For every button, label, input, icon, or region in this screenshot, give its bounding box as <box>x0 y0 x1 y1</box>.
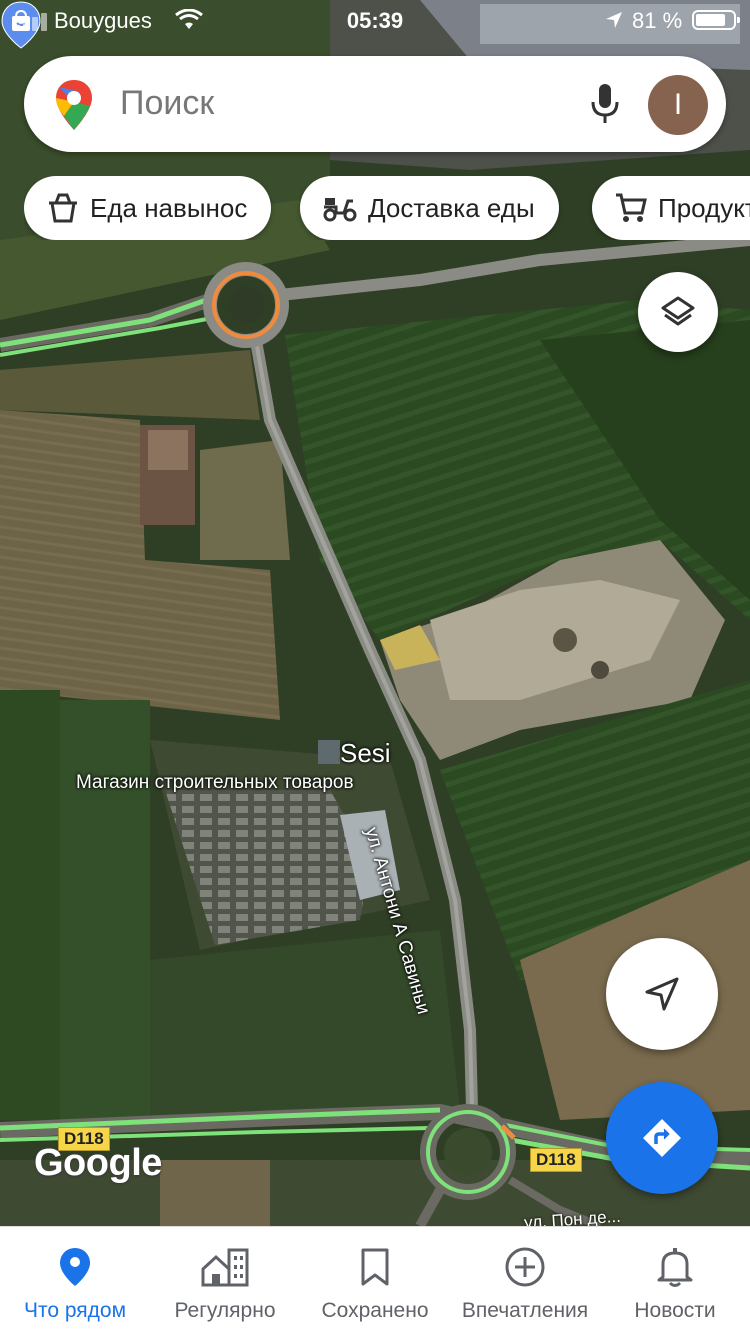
nav-explore[interactable]: Что рядом <box>0 1227 150 1334</box>
nav-saved[interactable]: Сохранено <box>300 1227 450 1334</box>
chip-takeout[interactable]: Еда навынос <box>24 176 272 240</box>
takeout-icon <box>49 193 77 223</box>
add-circle-icon <box>505 1247 545 1287</box>
chip-food-delivery[interactable]: Доставка еды <box>300 176 559 240</box>
nav-commute[interactable]: Регулярно <box>150 1227 300 1334</box>
avatar[interactable]: I <box>648 75 708 135</box>
search-bar[interactable]: Поиск I <box>24 56 726 152</box>
microphone-icon[interactable] <box>590 82 620 126</box>
nav-label: Что рядом <box>23 1299 127 1322</box>
nav-updates[interactable]: Новости <box>600 1227 750 1334</box>
road-number-badge: D118 <box>530 1148 582 1172</box>
battery-icon <box>692 10 740 30</box>
chip-label: Доставка еды <box>368 192 535 223</box>
delivery-scooter-icon <box>323 198 357 222</box>
nav-contribute[interactable]: Впечатления <box>450 1227 600 1334</box>
nav-label: Впечатления <box>461 1299 589 1322</box>
google-maps-logo-icon <box>56 80 92 130</box>
search-input[interactable]: Поиск <box>120 84 214 123</box>
cart-icon <box>616 193 647 222</box>
chip-label: Еда навынос <box>90 192 248 223</box>
directions-button[interactable] <box>606 1082 718 1194</box>
nav-label: Регулярно <box>174 1299 276 1322</box>
place-category-label[interactable]: Магазин строительных товаров <box>76 772 354 794</box>
status-bar: Bouygues 05:39 81 % <box>0 0 750 42</box>
place-name-label[interactable]: Sesi <box>340 738 391 769</box>
commute-buildings-icon <box>201 1248 249 1287</box>
chip-label: Продукты <box>658 192 750 223</box>
navigation-arrow-icon <box>645 977 679 1011</box>
nav-label: Сохранено <box>321 1299 429 1322</box>
directions-icon <box>643 1119 681 1157</box>
my-location-button[interactable] <box>606 938 718 1050</box>
bottom-navigation: Что рядом Регулярно Сохранено Впечатлени… <box>0 1226 750 1334</box>
battery-percentage: 81 % <box>632 8 683 33</box>
layers-icon <box>661 296 695 326</box>
bell-icon <box>657 1248 693 1287</box>
bookmark-icon <box>361 1248 389 1286</box>
location-arrow-icon <box>606 12 622 28</box>
nav-label: Новости <box>634 1299 716 1322</box>
layers-button[interactable] <box>638 272 718 352</box>
location-pin-icon <box>60 1248 90 1286</box>
category-chips: Еда навынос Доставка еды Продукты <box>24 176 750 240</box>
google-logo: Google <box>34 1142 162 1184</box>
chip-groceries[interactable]: Продукты <box>592 176 750 240</box>
